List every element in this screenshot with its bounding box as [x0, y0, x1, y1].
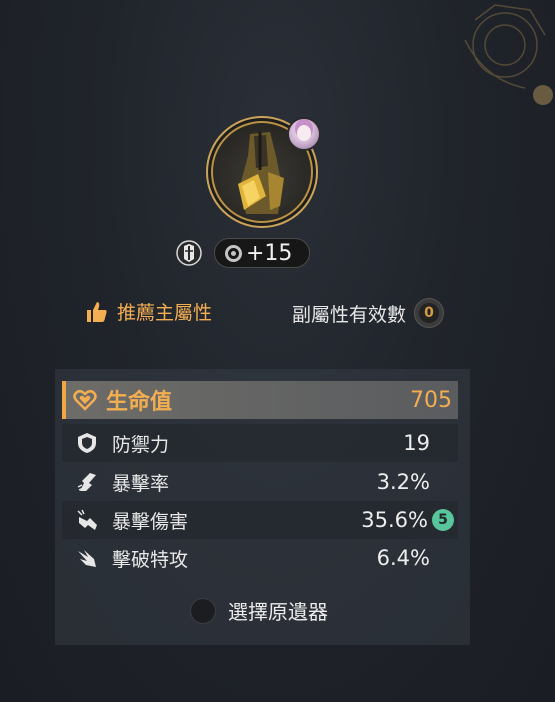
sub-stat-row-crit-dmg: 暴擊傷害 35.6% 5 [62, 501, 458, 539]
main-stat-value: 705 [410, 387, 452, 413]
sub-stat-name: 擊破特攻 [112, 548, 189, 571]
main-stat-name: 生命值 [106, 390, 173, 415]
level-ring-icon [225, 244, 242, 262]
sub-stat-name: 防禦力 [112, 433, 170, 456]
select-original-relic-label: 選擇原遺器 [228, 600, 328, 624]
thumbs-up-icon [87, 301, 107, 322]
sub-stat-row-break-effect: 擊破特攻 6.4% [62, 539, 458, 577]
relic-set-icon [176, 240, 202, 266]
select-original-relic-button[interactable]: 選擇原遺器 [190, 596, 328, 625]
sub-stat-row-crit-rate: 暴擊率 3.2% [62, 463, 458, 501]
effective-substats-count: 0 [419, 303, 440, 323]
effective-substats: 副屬性有效數 0 [292, 298, 445, 328]
recommend-main-stat-button[interactable]: 推薦主屬性 [85, 298, 212, 325]
break-effect-icon [74, 545, 100, 571]
effective-substats-badge: 0 [414, 298, 445, 328]
corner-emblem-decoration [464, 4, 553, 105]
heart-icon [72, 387, 98, 413]
sub-stat-value: 35.6% [361, 508, 428, 532]
radio-circle-icon[interactable] [190, 597, 216, 624]
crit-rate-icon [74, 469, 100, 495]
main-stat-row: 生命值 705 [62, 381, 458, 419]
effective-substats-label: 副屬性有效數 [292, 303, 407, 326]
sub-stat-value: 6.4% [376, 546, 430, 570]
sub-stat-name: 暴擊率 [112, 472, 170, 495]
recommend-main-stat-label: 推薦主屬性 [117, 302, 213, 324]
roll-count-badge: 5 [432, 509, 454, 531]
shield-icon [74, 430, 100, 456]
sub-stat-name: 暴擊傷害 [112, 510, 189, 533]
equipped-character-avatar[interactable] [287, 117, 321, 151]
relic-level: +15 [246, 240, 293, 266]
sub-stat-row-def: 防禦力 19 [62, 424, 458, 462]
crit-dmg-icon [74, 507, 100, 533]
sub-stat-value: 3.2% [376, 470, 430, 494]
sub-stat-value: 19 [403, 431, 430, 455]
relic-level-pill: +15 [214, 238, 310, 268]
